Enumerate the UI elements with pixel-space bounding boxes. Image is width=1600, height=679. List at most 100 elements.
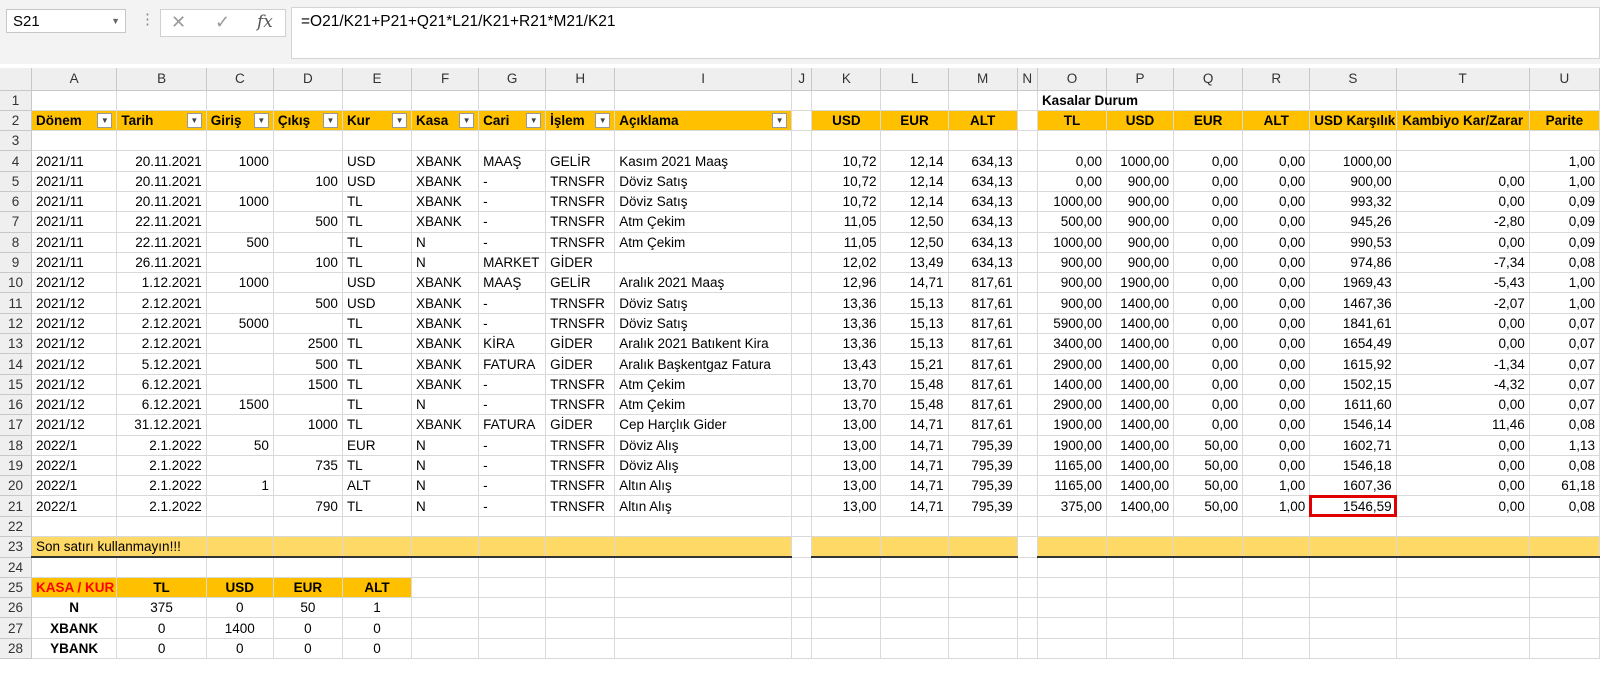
cell-g10[interactable]: MAAŞ — [478, 272, 547, 294]
cell-u4[interactable]: 1,00 — [1529, 150, 1600, 172]
cell-k4[interactable]: 10,72 — [811, 150, 882, 172]
cell-j24[interactable] — [791, 557, 813, 578]
cell-i16[interactable]: Atm Çekim — [614, 394, 793, 416]
cell-c15[interactable] — [206, 374, 274, 395]
cell-o15[interactable]: 1400,00 — [1037, 374, 1108, 395]
cell-f22[interactable] — [411, 516, 480, 538]
cell-l22[interactable] — [880, 516, 949, 538]
cell-i17[interactable]: Cep Harçlık Gider — [614, 414, 793, 436]
cell-r26[interactable] — [1242, 597, 1311, 619]
cell-b18[interactable]: 2.1.2022 — [116, 435, 207, 456]
cell-u1[interactable] — [1529, 90, 1600, 111]
column-header-l[interactable]: L — [880, 68, 949, 91]
cell-f19[interactable]: N — [411, 455, 480, 477]
cell-i15[interactable]: Atm Çekim — [614, 374, 793, 395]
cell-h4[interactable]: GELİR — [545, 150, 616, 172]
cell-u14[interactable]: 0,07 — [1529, 353, 1600, 375]
cell-e22[interactable] — [342, 516, 413, 538]
cell-p23[interactable] — [1106, 536, 1175, 559]
cell-n2[interactable] — [1017, 110, 1038, 132]
cell-n28[interactable] — [1017, 638, 1038, 660]
filter-dropdown-icon[interactable]: ▼ — [595, 112, 611, 128]
cell-k8[interactable]: 11,05 — [811, 232, 882, 253]
cell-s8[interactable]: 990,53 — [1309, 232, 1397, 253]
cell-m28[interactable] — [948, 638, 1018, 660]
cell-t27[interactable] — [1396, 617, 1530, 639]
cell-j7[interactable] — [791, 211, 813, 233]
cell-c3[interactable] — [206, 130, 274, 152]
cell-c4[interactable]: 1000 — [206, 150, 274, 172]
cell-l4[interactable]: 12,14 — [880, 150, 949, 172]
cell-g20[interactable]: - — [478, 475, 547, 497]
cell-o9[interactable]: 900,00 — [1037, 252, 1108, 274]
cell-r4[interactable]: 0,00 — [1242, 150, 1311, 172]
cell-n15[interactable] — [1017, 374, 1038, 395]
cell-q11[interactable]: 0,00 — [1173, 292, 1244, 314]
column-header-d[interactable]: D — [273, 68, 343, 91]
cell-p6[interactable]: 900,00 — [1106, 191, 1175, 213]
cell-i10[interactable]: Aralık 2021 Maaş — [614, 272, 793, 294]
cell-k22[interactable] — [811, 516, 882, 538]
cell-s17[interactable]: 1546,14 — [1309, 414, 1397, 436]
cell-s16[interactable]: 1611,60 — [1309, 394, 1397, 416]
cell-i25[interactable] — [614, 577, 793, 599]
column-header-c[interactable]: C — [206, 68, 274, 91]
cell-d11[interactable]: 500 — [273, 292, 343, 314]
cell-j6[interactable] — [791, 191, 813, 213]
cell-f21[interactable]: N — [411, 495, 480, 517]
cell-t18[interactable]: 0,00 — [1396, 435, 1530, 456]
cell-u19[interactable]: 0,08 — [1529, 455, 1600, 477]
cell-s28[interactable] — [1309, 638, 1397, 660]
cell-o10[interactable]: 900,00 — [1037, 272, 1108, 294]
cell-d28[interactable]: 0 — [273, 638, 343, 660]
column-header-h[interactable]: H — [545, 68, 616, 91]
cell-q21[interactable]: 50,00 — [1173, 495, 1244, 517]
row-header-8[interactable]: 8 — [0, 232, 32, 253]
cell-f9[interactable]: N — [411, 252, 480, 274]
cell-h24[interactable] — [545, 557, 616, 578]
cell-b10[interactable]: 1.12.2021 — [116, 272, 207, 294]
cell-o21[interactable]: 375,00 — [1037, 495, 1108, 517]
cell-h16[interactable]: TRNSFR — [545, 394, 616, 416]
cell-m5[interactable]: 634,13 — [948, 171, 1018, 192]
cell-r19[interactable]: 0,00 — [1242, 455, 1311, 477]
cell-p16[interactable]: 1400,00 — [1106, 394, 1175, 416]
cell-d2[interactable]: ▼ Çıkış — [273, 110, 343, 132]
cell-n22[interactable] — [1017, 516, 1038, 538]
cell-q25[interactable] — [1173, 577, 1244, 599]
row-header-24[interactable]: 24 — [0, 557, 32, 578]
cell-b24[interactable] — [116, 557, 207, 578]
cell-l27[interactable] — [880, 617, 949, 639]
cell-q12[interactable]: 0,00 — [1173, 313, 1244, 335]
cell-d9[interactable]: 100 — [273, 252, 343, 274]
cell-k18[interactable]: 13,00 — [811, 435, 882, 456]
cell-l25[interactable] — [880, 577, 949, 599]
cell-j26[interactable] — [791, 597, 813, 619]
cell-f12[interactable]: XBANK — [411, 313, 480, 335]
cell-s14[interactable]: 1615,92 — [1309, 353, 1397, 375]
cell-n3[interactable] — [1017, 130, 1038, 152]
cell-t15[interactable]: -4,32 — [1396, 374, 1530, 395]
cell-i20[interactable]: Altın Alış — [614, 475, 793, 497]
cell-p25[interactable] — [1106, 577, 1175, 599]
cell-j27[interactable] — [791, 617, 813, 639]
cell-k13[interactable]: 13,36 — [811, 333, 882, 355]
cell-j5[interactable] — [791, 171, 813, 192]
cell-g4[interactable]: MAAŞ — [478, 150, 547, 172]
cell-u10[interactable]: 1,00 — [1529, 272, 1600, 294]
cell-b12[interactable]: 2.12.2021 — [116, 313, 207, 335]
cell-n7[interactable] — [1017, 211, 1038, 233]
cell-q4[interactable]: 0,00 — [1173, 150, 1244, 172]
cell-n18[interactable] — [1017, 435, 1038, 456]
row-header-1[interactable]: 1 — [0, 90, 32, 111]
filter-dropdown-icon[interactable]: ▼ — [459, 112, 475, 128]
cell-m16[interactable]: 817,61 — [948, 394, 1018, 416]
column-header-s[interactable]: S — [1309, 68, 1397, 91]
cell-k28[interactable] — [811, 638, 882, 660]
cell-t26[interactable] — [1396, 597, 1530, 619]
cell-n17[interactable] — [1017, 414, 1038, 436]
cell-f6[interactable]: XBANK — [411, 191, 480, 213]
cell-r13[interactable]: 0,00 — [1242, 333, 1311, 355]
cell-t6[interactable]: 0,00 — [1396, 191, 1530, 213]
cell-b26[interactable]: 375 — [116, 597, 207, 619]
